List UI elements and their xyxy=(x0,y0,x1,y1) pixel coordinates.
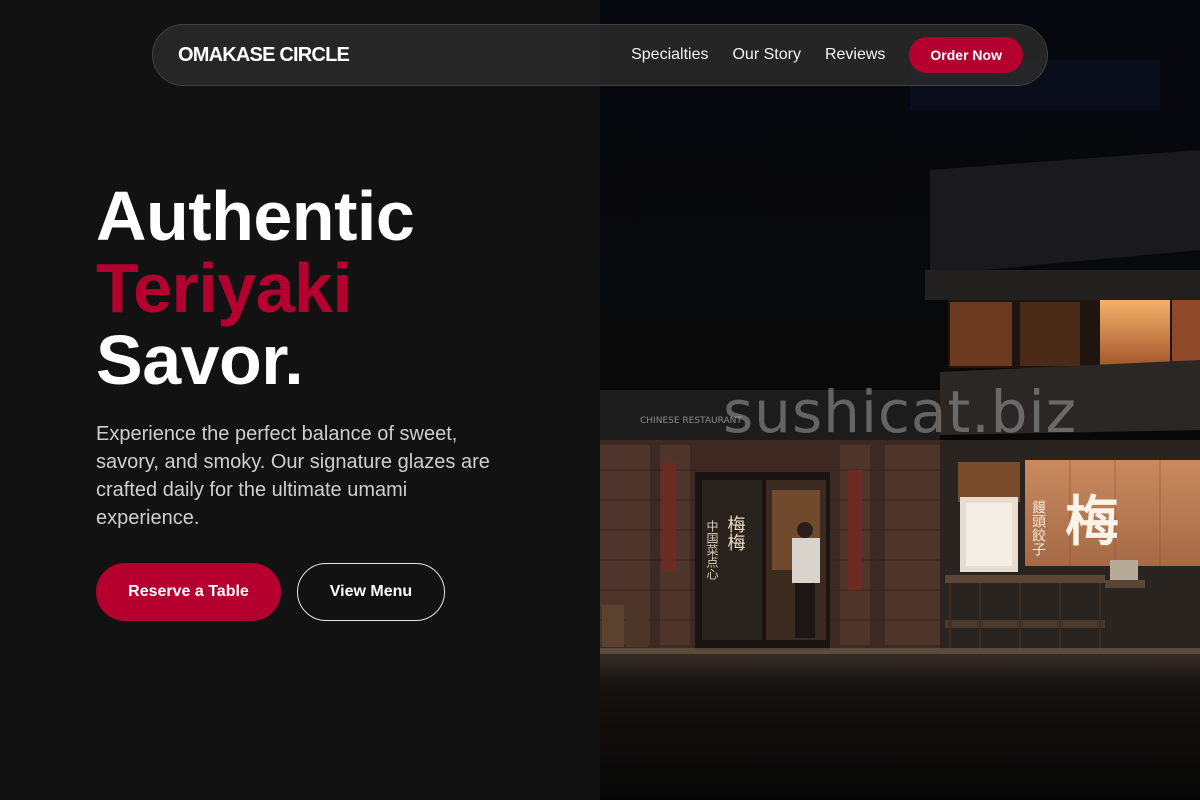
hero-description: Experience the perfect balance of sweet,… xyxy=(96,423,490,529)
nav-links: Specialties Our Story Reviews Order Now xyxy=(631,37,1023,73)
svg-text:饅頭餃子: 饅頭餃子 xyxy=(1030,499,1046,556)
hero-title-line-1: Authentic xyxy=(96,177,415,255)
svg-text:中国菜点心: 中国菜点心 xyxy=(705,519,719,580)
svg-text:梅: 梅 xyxy=(1065,490,1119,553)
brand-logo[interactable]: OMAKASE CIRCLE xyxy=(178,44,350,67)
order-now-button[interactable]: Order Now xyxy=(909,37,1023,73)
top-navbar: OMAKASE CIRCLE Specialties Our Story Rev… xyxy=(152,24,1048,86)
hero-title-accent: Teriyaki xyxy=(96,249,352,327)
hero-heading: Authentic Teriyaki Savor. xyxy=(96,177,415,399)
nav-link-reviews[interactable]: Reviews xyxy=(825,46,885,64)
watermark-text: sushicat.biz xyxy=(722,378,1078,446)
hero-title-line-3: Savor. xyxy=(96,321,304,399)
reserve-table-button[interactable]: Reserve a Table xyxy=(96,563,281,621)
nav-link-our-story[interactable]: Our Story xyxy=(732,46,800,64)
view-menu-button[interactable]: View Menu xyxy=(297,563,445,621)
hero-left-panel xyxy=(0,0,600,800)
svg-text:梅梅: 梅梅 xyxy=(725,515,746,552)
nav-link-specialties[interactable]: Specialties xyxy=(631,46,708,64)
